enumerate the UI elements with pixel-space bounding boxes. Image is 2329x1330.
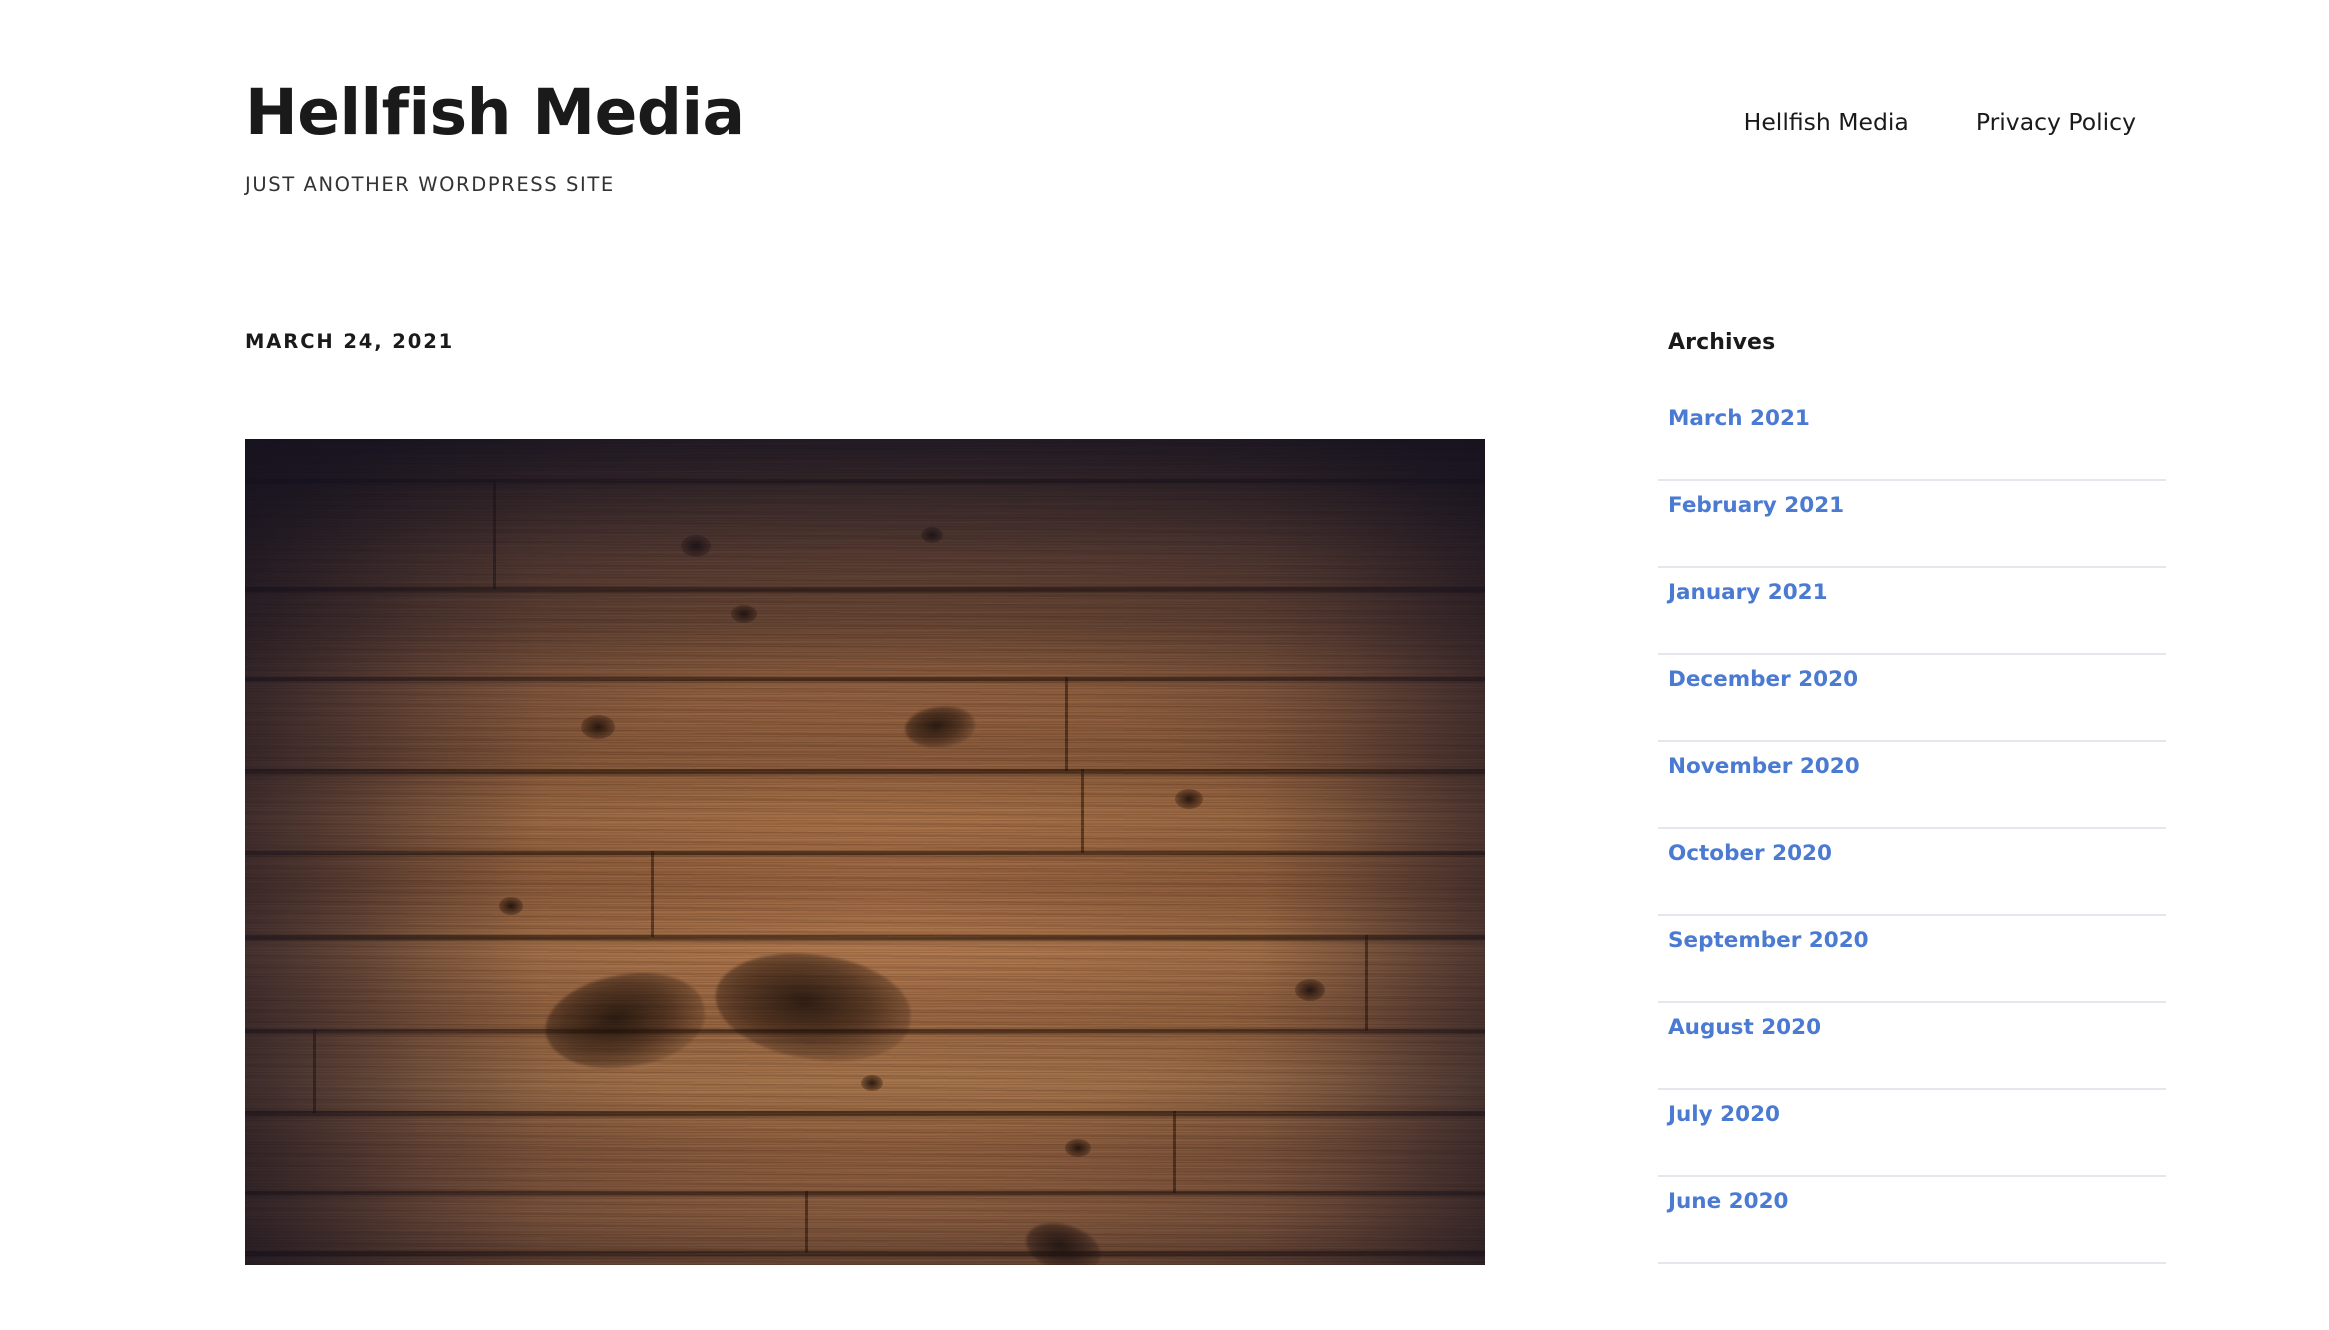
archive-link-november-2020[interactable]: November 2020 [1668,754,1860,780]
primary-navigation: Hellfish Media Privacy Policy [1744,108,2136,136]
list-item[interactable]: January 2021 [1658,568,2166,656]
list-item[interactable]: February 2021 [1658,481,2166,569]
list-item[interactable]: August 2020 [1658,1003,2166,1091]
post-date: MARCH 24, 2021 [245,330,455,353]
archive-link-july-2020[interactable]: July 2020 [1668,1102,1780,1128]
site-header: Hellfish Media JUST ANOTHER WORDPRESS SI… [0,0,2329,330]
list-item[interactable]: October 2020 [1658,829,2166,917]
wood-floor-photo [245,439,1485,1266]
list-item[interactable]: July 2020 [1658,1090,2166,1178]
nav-item-hellfish-media[interactable]: Hellfish Media [1744,108,1909,136]
site-tagline: JUST ANOTHER WORDPRESS SITE [245,173,615,197]
list-item[interactable]: September 2020 [1658,916,2166,1004]
archive-link-october-2020[interactable]: October 2020 [1668,841,1832,867]
content-area: MARCH 24, 2021 Archives March 2021 Febru… [0,330,2329,1330]
post-featured-image[interactable] [245,439,1485,1266]
sidebar: Archives March 2021 February 2021 Januar… [1658,330,2166,1265]
wood-vignette [245,439,1485,1266]
archive-link-september-2020[interactable]: September 2020 [1668,928,1869,954]
archive-link-march-2021[interactable]: March 2021 [1668,406,1810,432]
site-title[interactable]: Hellfish Media [245,78,745,148]
archive-link-december-2020[interactable]: December 2020 [1668,667,1858,693]
archive-link-june-2020[interactable]: June 2020 [1668,1189,1789,1215]
nav-item-privacy-policy[interactable]: Privacy Policy [1976,108,2136,136]
widget-title-archives: Archives [1668,330,1776,355]
list-item[interactable]: November 2020 [1658,742,2166,830]
page-root: Hellfish Media JUST ANOTHER WORDPRESS SI… [0,0,2329,1330]
archive-link-august-2020[interactable]: August 2020 [1668,1015,1821,1041]
primary-content: MARCH 24, 2021 [245,330,1485,1266]
list-item[interactable]: March 2021 [1658,394,2166,482]
archives-list: March 2021 February 2021 January 2021 De… [1658,394,2166,1265]
archive-link-january-2021[interactable]: January 2021 [1668,580,1828,606]
archive-link-february-2021[interactable]: February 2021 [1668,493,1844,519]
site-branding: Hellfish Media JUST ANOTHER WORDPRESS SI… [245,78,745,197]
list-item[interactable]: December 2020 [1658,655,2166,743]
list-item[interactable]: June 2020 [1658,1177,2166,1265]
